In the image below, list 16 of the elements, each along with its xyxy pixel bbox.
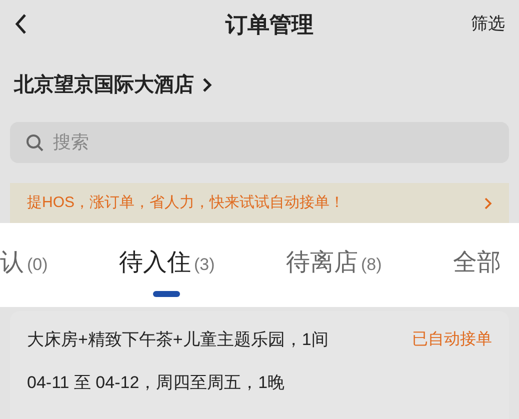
stay-dates: 04-11 至 04-12，周四至周五，1晚 [27,372,286,394]
filter-button[interactable]: 筛选 [471,11,505,37]
tab[interactable]: 待离店(8) [286,245,382,297]
promo-text: 提HOS，涨订单，省人力，快来试试自动接单！ [27,192,345,213]
search-field[interactable]: 搜索 [10,122,509,163]
tab[interactable]: 认(0) [0,245,48,297]
status-label: 已自动接单 [412,330,492,350]
chevron-icon [484,196,492,210]
hotel-name[interactable]: 北京望京国际大酒店 [14,70,194,100]
room-info: 大床房+精致下午茶+儿童主题乐园，1间 [27,329,328,351]
tab[interactable]: 待入住(3) [119,245,215,297]
search-icon [26,134,44,152]
back-icon[interactable] [14,13,28,35]
tab[interactable]: 全部 [453,245,501,297]
page-title: 订单管理 [224,10,314,38]
chevron-icon[interactable] [202,77,212,93]
